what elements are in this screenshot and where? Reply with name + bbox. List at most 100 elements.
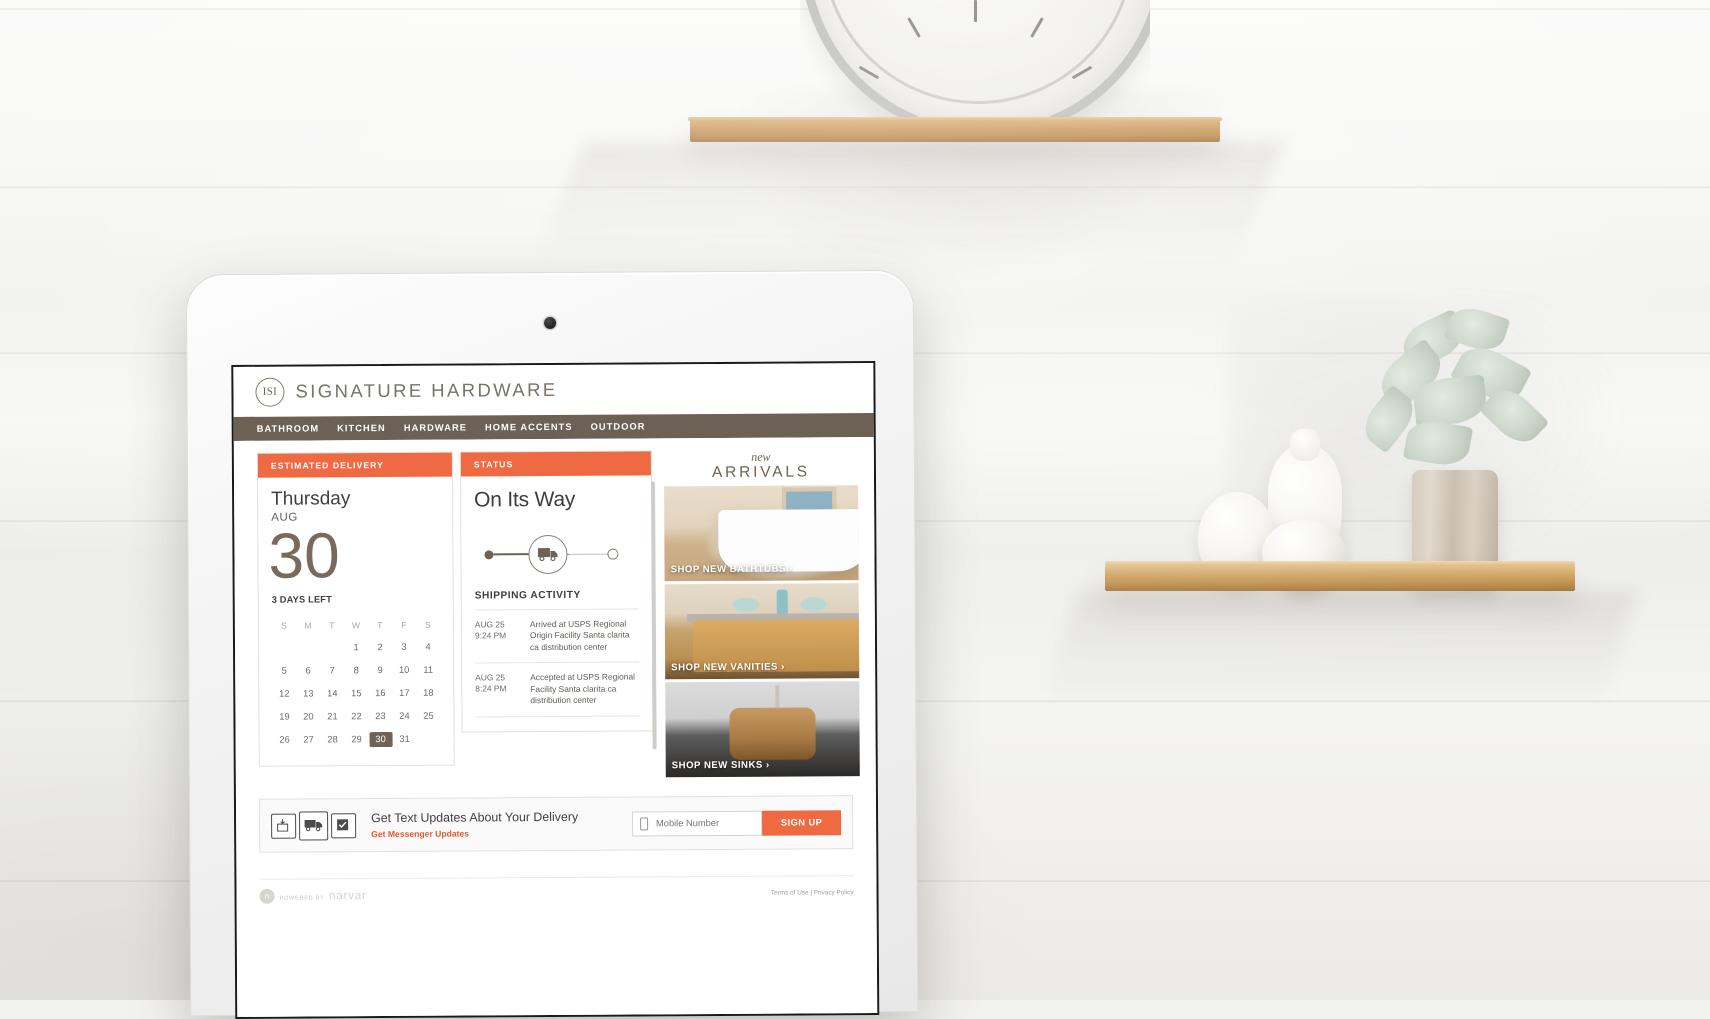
site-header: ISI SIGNATURE HARDWARE [233, 363, 874, 417]
tablet-screen: ISI SIGNATURE HARDWARE BATHROOM KITCHEN … [231, 361, 880, 1019]
package-icon [271, 813, 297, 839]
calendar-day[interactable]: 2 [368, 636, 392, 659]
calendar-day[interactable]: 3 [392, 636, 416, 659]
calendar-weekday-3: W [351, 619, 360, 630]
calendar-day[interactable]: 22 [344, 705, 368, 728]
calendar-weekday-5: F [401, 619, 407, 630]
nav-item-hardware[interactable]: HARDWARE [404, 423, 467, 433]
calendar-day[interactable]: 12 [272, 682, 296, 705]
calendar-day[interactable]: 27 [297, 728, 321, 751]
calendar-day[interactable]: 26 [273, 728, 297, 751]
mobile-number-input[interactable] [653, 816, 755, 830]
calendar-week-row: 12 13 14 15 16 17 18 [272, 681, 440, 705]
sign-up-button[interactable]: SIGN UP [762, 809, 842, 836]
petrified-wood-basin [729, 707, 816, 760]
nav-item-home-accents[interactable]: HOME ACCENTS [485, 422, 573, 433]
calendar-day[interactable]: 9 [368, 659, 392, 682]
shipment-progress-tracker [484, 533, 638, 574]
calendar-day[interactable]: 10 [392, 659, 416, 682]
calendar-day-selected[interactable]: 30 [369, 728, 393, 751]
nav-item-kitchen[interactable]: KITCHEN [337, 423, 386, 433]
activity-timestamp: AUG 25 8:24 PM [475, 672, 507, 694]
calendar-weekday-header-row: SMTWTFS [272, 616, 440, 636]
calendar-day-empty [272, 636, 296, 659]
nav-item-bathroom[interactable]: BATHROOM [257, 423, 320, 433]
arrivals-tile-sinks-caption: SHOP NEW SINKS › [671, 759, 770, 772]
new-arrivals-panel: new ARRIVALS SHOP NEW BATHTUBS › SHOP NE… [664, 449, 860, 780]
calendar-day-empty [417, 727, 441, 750]
shipping-activity-row: AUG 25 9:24 PM Arrived at USPS Regional Or… [474, 608, 640, 663]
front-camera-icon [544, 316, 557, 330]
status-header: STATUS [460, 451, 651, 477]
narvar-wordmark: narvar [328, 888, 367, 903]
shipping-activity-list: AUG 25 9:24 PM Arrived at USPS Regional Or… [474, 608, 640, 718]
shipping-activity-row: AUG 25 8:24 PM Accepted at USPS Regional F… [475, 661, 640, 717]
calendar-day[interactable]: 11 [416, 658, 440, 681]
vanity-vase-decor [776, 589, 788, 616]
calendar-day[interactable]: 17 [392, 682, 416, 705]
calendar-day[interactable]: 16 [368, 682, 392, 705]
powered-by-label: POWERED BY [279, 895, 325, 902]
calendar-day[interactable]: 25 [416, 704, 440, 727]
calendar-day[interactable]: 7 [320, 659, 344, 682]
calendar-day[interactable]: 19 [272, 705, 296, 728]
calendar-day[interactable]: 14 [320, 682, 344, 705]
calendar-day-empty [320, 636, 344, 659]
calendar-day[interactable]: 21 [320, 705, 344, 728]
calendar-day[interactable]: 1 [344, 636, 368, 659]
calendar-day[interactable]: 23 [368, 705, 392, 728]
mobile-phone-icon [640, 816, 649, 830]
calendar-day[interactable]: 29 [345, 728, 369, 751]
arrivals-tile-bathtubs-caption: SHOP NEW BATHTUBS › [670, 563, 793, 576]
progress-step-pending-dot [607, 548, 619, 560]
footer-links[interactable]: Terms of Use | Privacy Policy [771, 889, 854, 897]
delivery-day-number: 30 [268, 519, 340, 592]
checkbox-icon [331, 812, 357, 838]
powered-by-narvar: n POWERED BY narvar [259, 886, 367, 905]
arrivals-tile-vanities-caption: SHOP NEW VANITIES › [671, 661, 785, 674]
signature-hardware-logo-icon[interactable]: ISI [255, 377, 285, 407]
calendar-weekday-4: T [377, 619, 383, 630]
narvar-logo-icon: n [259, 888, 275, 904]
arrivals-tile-sinks[interactable]: SHOP NEW SINKS › [665, 681, 860, 778]
logo-monogram: ISI [262, 385, 278, 398]
messenger-updates-link[interactable]: Get Messenger Updates [371, 828, 578, 840]
shipping-activity-title: SHIPPING ACTIVITY [474, 589, 581, 602]
activity-scrollbar[interactable] [651, 481, 657, 750]
calendar-day[interactable]: 28 [321, 728, 345, 751]
calendar-week-row: 1234 [272, 635, 440, 659]
estimated-delivery-header: ESTIMATED DELIVERY [257, 452, 452, 478]
calendar-day[interactable]: 4 [416, 635, 440, 658]
calendar-weekday-1: M [304, 620, 312, 631]
calendar-weekday-6: S [424, 619, 431, 630]
calendar-day[interactable]: 20 [296, 705, 320, 728]
vessel-basin-left [732, 597, 759, 612]
calendar-day[interactable]: 6 [296, 659, 320, 682]
tracking-page-body: ESTIMATED DELIVERY Thursday AUG 30 3 DAY… [233, 437, 878, 1019]
calendar-week-row: 5 6 7 8 9 10 11 [272, 658, 440, 682]
brand-name: SIGNATURE HARDWARE [295, 378, 558, 402]
calendar-day[interactable]: 31 [393, 728, 417, 751]
status-title: On Its Way [474, 487, 576, 512]
calendar-day[interactable]: 15 [344, 682, 368, 705]
nav-item-outdoor[interactable]: OUTDOOR [591, 421, 646, 431]
calendar-day[interactable]: 24 [392, 705, 416, 728]
text-updates-icon-group [271, 810, 357, 841]
calendar-day[interactable]: 5 [272, 659, 296, 682]
status-card: STATUS On Its Way SHIPPING ACTIVITY AUG … [459, 450, 657, 750]
vessel-basin-right [800, 597, 827, 612]
progress-line-solid [493, 553, 529, 556]
truck-icon [299, 810, 329, 841]
delivery-truck-icon [528, 534, 568, 574]
mobile-number-field-wrap[interactable] [632, 810, 763, 837]
calendar-day-empty [296, 636, 320, 659]
calendar-day[interactable]: 8 [344, 659, 368, 682]
activity-description: Arrived at USPS Regional Origin Facility… [529, 618, 630, 652]
signup-form: SIGN UP [632, 809, 842, 837]
arrivals-tile-vanities[interactable]: SHOP NEW VANITIES › [664, 583, 860, 680]
calendar-day[interactable]: 18 [416, 681, 440, 704]
calendar-week-row: 26 27 28 29 30 31 [273, 727, 441, 751]
calendar-day[interactable]: 13 [296, 682, 320, 705]
calendar-weekday-0: S [280, 620, 287, 631]
arrivals-tile-bathtubs[interactable]: SHOP NEW BATHTUBS › [664, 485, 859, 582]
